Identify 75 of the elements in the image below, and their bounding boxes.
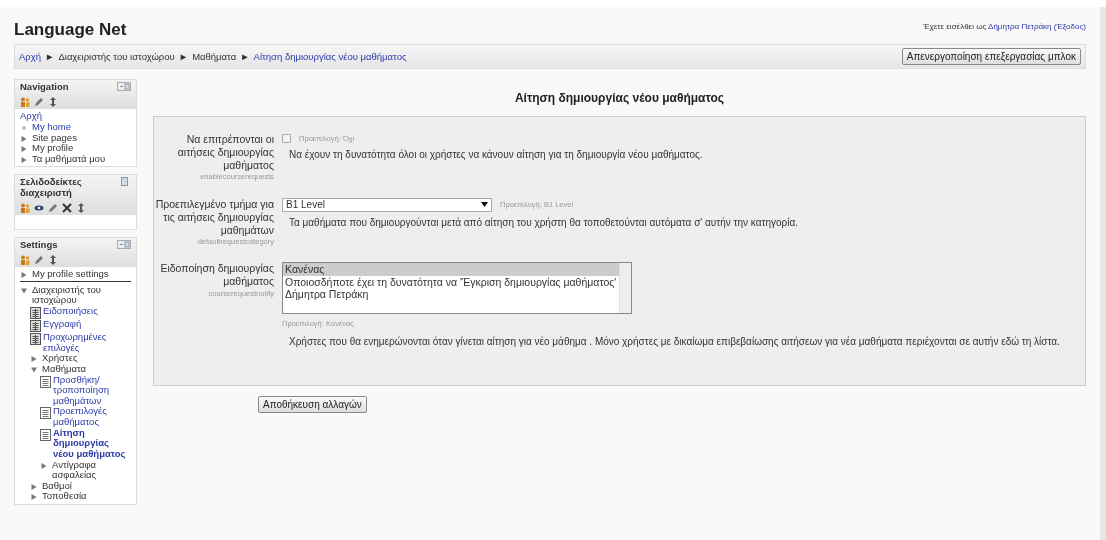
document-icon <box>40 428 51 441</box>
expand-icon[interactable] <box>21 156 27 163</box>
save-button[interactable]: Αποθήκευση αλλαγών <box>258 395 367 413</box>
tree-item[interactable]: Προσθήκη/ τροποποίηση μαθημάτων <box>53 374 131 407</box>
setting-description: Χρήστες που θα ενημερώνονται όταν γίνεται αίτηση για νέο μάθημα . Μόνο χρήστες με δικαίωμα επιβεβαίωσης αιτήσεων για νέα μαθήματα περιέχονται σε αυτήν εδώ τη λίστα. <box>288 334 1061 349</box>
tree-item[interactable]: My profile <box>32 143 74 154</box>
person-icon[interactable] <box>20 255 30 266</box>
tree-item[interactable]: Αντίγραφα ασφαλείας <box>52 459 131 481</box>
setting-description: Να έχουν τη δυνατότητα όλοι οι χρήστες να κάνουν αίτηση για τη δημιουργία νέου μαθήματος. <box>288 148 704 163</box>
move-icon[interactable] <box>76 203 86 214</box>
list-box[interactable]: Κανένας Οποιοσδήποτε έχει τη δυνατότητα να 'Έγκριση δημιουργίας μαθήματος' Δήμητρα Πετράκη <box>282 262 632 315</box>
expand-icon[interactable] <box>21 146 27 153</box>
breadcrumb-item[interactable]: Αίτηση δημιουργίας νέου μαθήματος <box>253 49 407 64</box>
setting-label: Να επιτρέπονται οι αιτήσεις δημιουργίας μαθήματος <box>176 132 274 173</box>
tree-item[interactable]: Διαχειριστής του ιστοχώρου <box>32 284 131 307</box>
expand-icon[interactable] <box>41 462 47 469</box>
pencil-icon[interactable] <box>34 255 44 266</box>
setting-label: Ειδοποίηση δημιουργίας μαθήματος <box>159 262 274 289</box>
person-icon[interactable] <box>20 97 30 108</box>
edit-blocks-button[interactable]: Απενεργοποίηση επεξεργασίας μπλοκ <box>901 48 1081 66</box>
breadcrumb-separator: ► <box>178 49 189 64</box>
document-icon <box>40 375 51 388</box>
scrollbar[interactable] <box>619 263 631 314</box>
breadcrumb-item: Μαθήματα <box>192 49 237 64</box>
block-title: Settings <box>20 240 58 252</box>
delete-icon[interactable] <box>62 203 72 214</box>
logout-link[interactable]: (Έξοδος) <box>1053 22 1086 31</box>
caret-icon[interactable] <box>481 202 488 208</box>
document-icon <box>40 407 51 420</box>
list-option[interactable]: Δήμητρα Πετράκη <box>283 288 619 302</box>
tree-item[interactable]: Site pages <box>32 132 77 144</box>
expand-icon[interactable] <box>31 483 37 490</box>
tree-item[interactable]: Εγγραφή <box>43 319 82 330</box>
pencil-icon[interactable] <box>34 97 44 108</box>
page-heading: Αίτηση δημιουργίας νέου μαθήματος <box>513 91 726 106</box>
breadcrumb-item: Διαχειριστής του ιστοχώρου <box>58 49 175 64</box>
list-option[interactable]: Κανένας <box>283 263 619 276</box>
tree-item[interactable]: Βαθμοί <box>42 480 72 492</box>
tree-item[interactable]: Αίτηση δημιουργίας νέου μαθήματος <box>53 427 131 460</box>
tree-item[interactable]: My profile settings <box>32 269 109 280</box>
block-title: Navigation <box>20 82 69 94</box>
tree-item[interactable]: Ειδοποιήσεις <box>43 306 98 317</box>
expand-icon[interactable] <box>21 272 27 279</box>
collapse-icon[interactable] <box>21 287 27 294</box>
move-icon[interactable] <box>48 97 58 108</box>
settings-page-icon <box>30 307 41 320</box>
breadcrumb-separator: ► <box>240 49 250 64</box>
tree-item[interactable]: Τα μαθήματά μου <box>32 153 106 165</box>
list-option[interactable]: Οποιοσδήποτε έχει τη δυνατότητα να 'Έγκριση δημιουργίας μαθήματος' <box>283 275 619 289</box>
bullet-icon <box>22 125 26 130</box>
setting-label: Προεπιλεγμένο τμήμα για τις αιτήσεις δημιουργίας μαθημάτων <box>154 197 274 237</box>
tree-item[interactable]: Αρχή <box>20 111 42 122</box>
tree-item[interactable]: Τοποθεσία <box>42 491 87 503</box>
user-link[interactable]: Δήμητρα Πετράκη <box>988 22 1052 31</box>
tree-item[interactable]: Προχωρημένες επιλογές <box>43 332 131 354</box>
pencil-icon[interactable] <box>48 203 58 214</box>
collapse-icon[interactable] <box>31 366 37 373</box>
breadcrumb-separator: ► <box>45 49 55 64</box>
expand-icon[interactable] <box>31 494 37 501</box>
dropdown[interactable]: B1 Level <box>282 197 492 212</box>
tree-item[interactable]: Χρήστες <box>42 353 78 364</box>
settings-page-icon <box>30 333 41 346</box>
expand-icon[interactable] <box>21 135 27 142</box>
tree-item[interactable]: Μαθήματα <box>42 363 87 375</box>
checkbox[interactable] <box>282 133 291 143</box>
move-icon[interactable] <box>48 255 58 266</box>
breadcrumb-item[interactable]: Αρχή <box>19 49 41 64</box>
expand-icon[interactable] <box>31 356 37 363</box>
tree-item[interactable]: Προεπιλογές μαθήματος <box>53 406 131 428</box>
login-info: Έχετε εισέλθει ως Δήμητρα Πετράκη (Έξοδος) <box>923 21 1086 33</box>
site-title: Language Net <box>14 20 127 41</box>
block-title: Σελιδοδείκτες διαχειριστή <box>20 177 83 200</box>
setting-description: Τα μαθήματα που δημιουργούνται μετά από αίτηση του χρήστη θα τοποθετούνται αυτόματα σ' αυτήν την κατηγορία. <box>288 215 800 230</box>
tree-item[interactable]: My home <box>32 121 72 133</box>
settings-page-icon <box>30 320 41 333</box>
